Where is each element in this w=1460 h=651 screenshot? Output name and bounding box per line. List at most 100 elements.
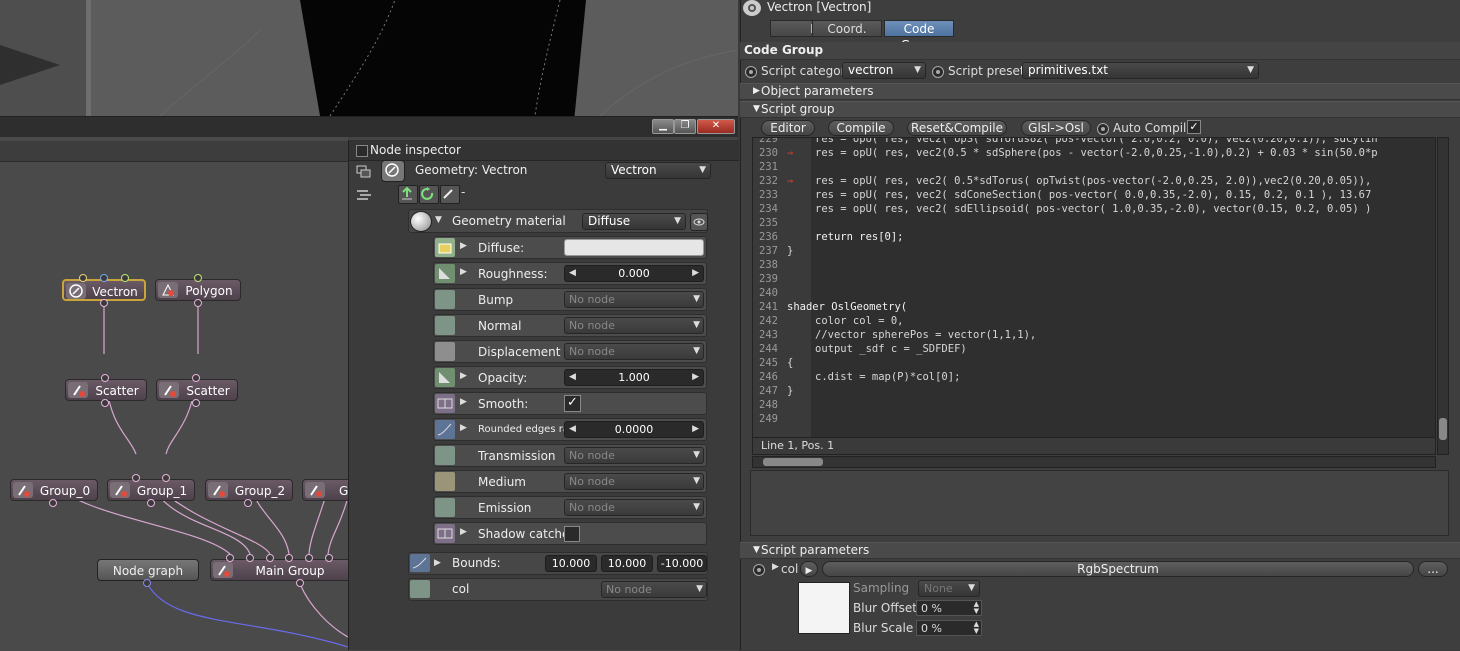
script-presets-select[interactable]: primitives.txt ▼ — [1022, 62, 1259, 79]
output-pin[interactable] — [101, 399, 109, 407]
input-pin[interactable] — [194, 274, 202, 282]
stepper-icon[interactable]: ▲ ▼ — [974, 601, 979, 615]
param-row-smooth[interactable]: ▶ Smooth: ✓ — [433, 392, 707, 415]
expand-arrow-icon[interactable]: ▶ — [772, 562, 779, 572]
param-row-diffuse[interactable]: ▶ Diffuse: — [433, 236, 707, 259]
expand-arrow-icon[interactable]: ▼ — [435, 215, 442, 225]
output-pin[interactable] — [192, 399, 200, 407]
material-select[interactable]: Diffuse ▼ — [582, 213, 686, 230]
roughness-slider[interactable]: ◀ 0.000 ▶ — [564, 265, 704, 282]
node-group-0[interactable]: Group_0 — [10, 479, 98, 501]
input-pin[interactable] — [226, 554, 234, 562]
code-vscrollbar[interactable] — [1437, 137, 1449, 455]
arrow-right-icon[interactable]: ▶ — [692, 266, 699, 281]
node-graph-button[interactable]: Node graph — [97, 559, 199, 581]
code-editor[interactable]: 229 res = opU( res, vec2( opS( sdTorus82(… — [752, 137, 1436, 439]
emission-node-select[interactable]: No node ▼ — [564, 499, 704, 516]
medium-node-select[interactable]: No node ▼ — [564, 473, 704, 490]
expand-arrow-icon[interactable]: ▶ — [460, 371, 467, 381]
script-parameters-section[interactable]: ▼ Script parameters — [740, 542, 1460, 559]
arrow-left-icon[interactable]: ◀ — [569, 266, 576, 281]
output-pin[interactable] — [296, 579, 304, 587]
blur-scale-input[interactable]: 0 % ▲ ▼ — [916, 620, 982, 636]
input-pin[interactable] — [266, 554, 274, 562]
transmission-node-select[interactable]: No node ▼ — [564, 447, 704, 464]
script-category-radio[interactable] — [745, 66, 757, 78]
output-pin[interactable] — [194, 299, 202, 307]
node-main-group[interactable]: Main Group — [210, 559, 348, 581]
node-scatter-2[interactable]: Scatter — [156, 379, 238, 401]
expand-arrow-icon[interactable]: ▶ — [460, 267, 467, 277]
input-pin[interactable] — [192, 374, 200, 382]
bounds-y-input[interactable]: 10.000 — [601, 555, 653, 572]
col-node-select[interactable]: No node ▼ — [601, 581, 707, 598]
close-button[interactable]: ✕ — [697, 119, 735, 134]
param-row-opacity[interactable]: ▶ Opacity: ◀ 1.000 ▶ — [433, 366, 707, 389]
sampling-select[interactable]: None ▼ — [918, 580, 980, 597]
node-polygon[interactable]: Polygon — [155, 279, 241, 301]
input-pin[interactable] — [132, 474, 140, 482]
smooth-checkbox[interactable]: ✓ — [564, 395, 581, 412]
script-group-section[interactable]: ▼ Script group — [740, 101, 1460, 118]
node-scatter-1[interactable]: Scatter — [65, 379, 147, 401]
bounds-x-input[interactable]: 10.000 — [545, 555, 597, 572]
3d-viewport[interactable] — [0, 0, 738, 116]
input-pin[interactable] — [79, 274, 87, 282]
script-category-select[interactable]: vectron ▼ — [842, 62, 926, 79]
param-row-displacement[interactable]: Displacement No node ▼ — [433, 340, 707, 363]
opacity-slider[interactable]: ◀ 1.000 ▶ — [564, 369, 704, 386]
tab-coord[interactable]: Coord. — [812, 20, 882, 37]
layers-icon[interactable] — [356, 165, 372, 179]
param-row-transmission[interactable]: Transmission No node ▼ — [433, 444, 707, 467]
node-group-1[interactable]: Group_1 — [107, 479, 195, 501]
param-row-roughness[interactable]: ▶ Roughness: ◀ 0.000 ▶ — [433, 262, 707, 285]
stepper-icon[interactable]: ▲ ▼ — [974, 621, 979, 635]
input-pin[interactable] — [121, 274, 129, 282]
export-icon[interactable] — [398, 185, 418, 204]
arrow-left-icon[interactable]: ◀ — [569, 422, 576, 437]
node-group-2[interactable]: Group_2 — [205, 479, 293, 501]
expand-arrow-icon[interactable]: ▶ — [460, 241, 467, 251]
expand-arrow-icon[interactable]: ▶ — [434, 558, 441, 568]
maximize-button[interactable]: ❐ — [674, 119, 696, 134]
node-group-3[interactable]: G — [302, 479, 348, 501]
glsl-osl-button[interactable]: Glsl->Osl — [1021, 120, 1091, 136]
arrow-right-icon[interactable]: ▶ — [692, 370, 699, 385]
auto-compile-checkbox[interactable]: ✓ — [1187, 120, 1201, 134]
more-button[interactable]: ... — [1418, 561, 1448, 577]
displacement-node-select[interactable]: No node ▼ — [564, 343, 704, 360]
input-pin[interactable] — [162, 474, 170, 482]
param-row-emission[interactable]: Emission No node ▼ — [433, 496, 707, 519]
code-hscrollbar[interactable] — [752, 456, 1436, 468]
input-pin[interactable] — [305, 554, 313, 562]
list-icon[interactable] — [356, 189, 372, 201]
shadow-catcher-checkbox[interactable] — [564, 526, 580, 542]
node-vectron[interactable]: Vectron — [62, 279, 146, 301]
col-radio[interactable] — [753, 564, 765, 576]
blur-offset-input[interactable]: 0 % ▲ ▼ — [916, 600, 982, 616]
output-pin[interactable] — [49, 499, 57, 507]
editor-button[interactable]: Editor — [761, 120, 815, 136]
param-row-bump[interactable]: Bump No node ▼ — [433, 288, 707, 311]
bump-node-select[interactable]: No node ▼ — [564, 291, 704, 308]
input-pin[interactable] — [325, 554, 333, 562]
input-pin[interactable] — [246, 554, 254, 562]
arrow-left-icon[interactable]: ◀ — [569, 370, 576, 385]
output-pin[interactable] — [143, 579, 151, 587]
arrow-right-icon[interactable]: ▶ — [692, 422, 699, 437]
diffuse-color-swatch[interactable] — [564, 239, 704, 256]
input-pin[interactable] — [101, 374, 109, 382]
vscroll-thumb[interactable] — [1439, 418, 1447, 440]
geometry-select[interactable]: Vectron ▼ — [605, 162, 711, 179]
expand-arrow-icon[interactable]: ▶ — [460, 397, 467, 407]
param-row-rounded-edges-radius[interactable]: ▶ Rounded edges radius: ◀ 0.0000 ▶ — [433, 418, 707, 441]
output-pin[interactable] — [100, 299, 108, 307]
bounds-z-input[interactable]: -10.000 — [657, 555, 707, 572]
tab-code-group[interactable]: Code Group — [884, 20, 954, 52]
object-parameters-section[interactable]: ▶ Object parameters — [740, 83, 1460, 100]
output-area[interactable] — [750, 470, 1449, 536]
node-graph-canvas[interactable]: Vectron Polygon Scatter Scatter Group_0 … — [0, 137, 348, 651]
refresh-icon[interactable] — [419, 185, 439, 204]
inspector-checkbox[interactable] — [356, 145, 368, 157]
input-pin[interactable] — [285, 554, 293, 562]
